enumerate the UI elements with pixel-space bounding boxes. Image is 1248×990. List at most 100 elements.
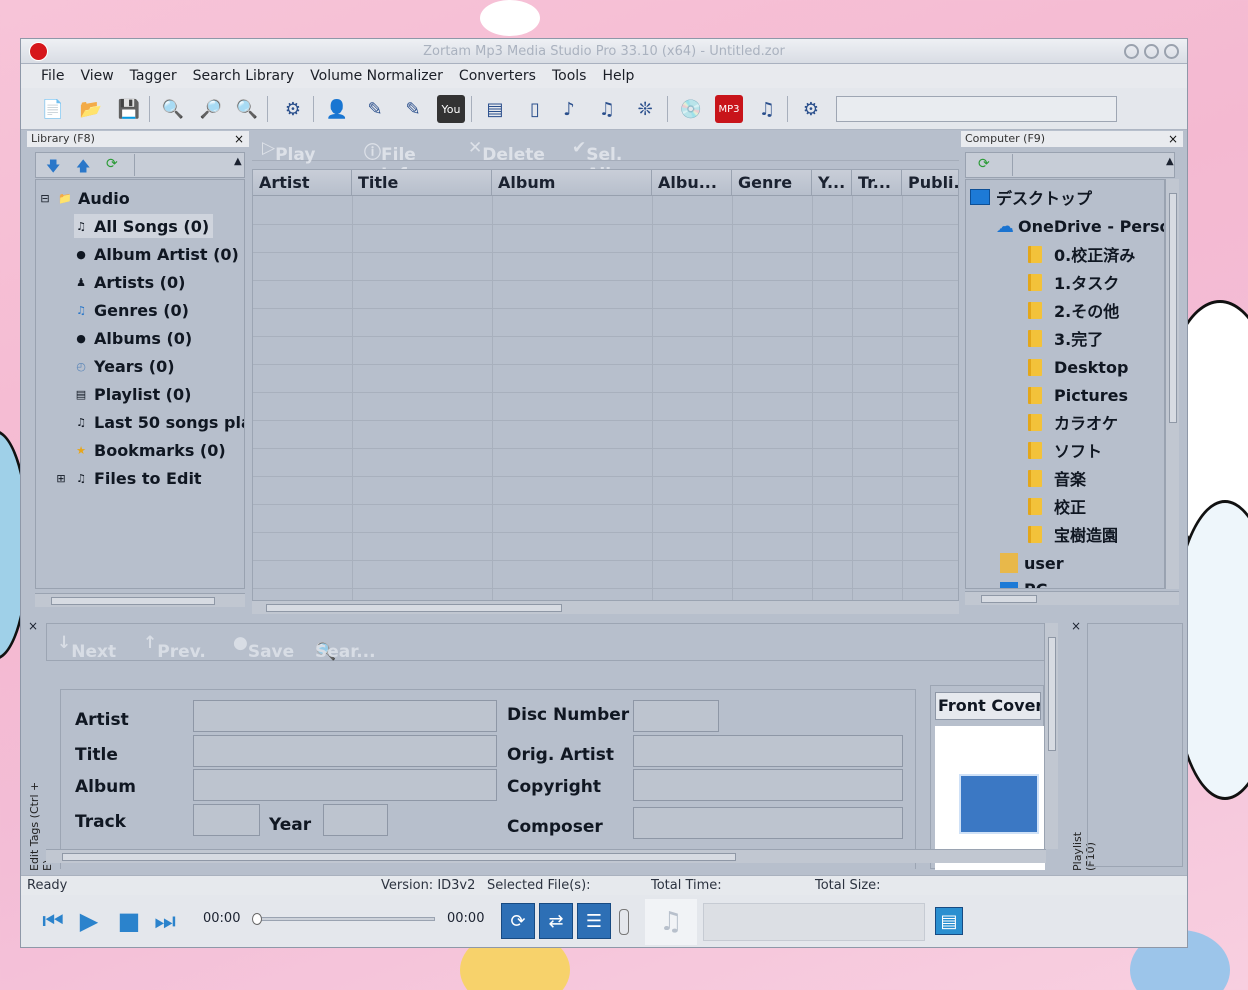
tree-item-folder[interactable]: 0.校正済み — [1028, 241, 1135, 267]
column-header-track[interactable]: Tr... — [852, 170, 902, 196]
toolbar-search-input[interactable] — [836, 96, 1117, 122]
tree-item-desktop[interactable]: デスクトップ — [970, 184, 1092, 210]
column-header-album-artist[interactable]: Albu... — [652, 170, 732, 196]
tree-item-pc[interactable]: PC — [1000, 576, 1047, 588]
tree-item-artists[interactable]: ♟ Artists (0) — [74, 270, 185, 294]
stop-button[interactable]: ■ — [113, 905, 145, 937]
document-icon[interactable]: ▤ — [481, 95, 509, 123]
file-info-button[interactable]: ⓘ File Info — [364, 138, 419, 185]
library-hscroll[interactable] — [35, 593, 245, 607]
menu-file[interactable]: File — [41, 68, 64, 84]
tree-item-folder[interactable]: Desktop — [1028, 354, 1128, 380]
tree-item-all-songs[interactable]: ♫ All Songs (0) — [74, 214, 214, 238]
mini-player-icon[interactable]: ▤ — [935, 907, 963, 935]
tree-item-years[interactable]: ◴ Years (0) — [74, 354, 174, 378]
column-header-year[interactable]: Y... — [812, 170, 852, 196]
copyright-field[interactable] — [633, 769, 903, 801]
spin-icon[interactable]: ▲ — [234, 156, 242, 167]
close-icon[interactable]: × — [234, 131, 244, 147]
tree-item-folder[interactable]: 2.その他 — [1028, 297, 1119, 323]
collapse-icon[interactable]: ⊟ — [38, 192, 52, 205]
arrow-up-icon[interactable]: 🡅 — [76, 156, 90, 180]
find-icon[interactable]: 🔎 — [197, 95, 225, 123]
tree-item-folder[interactable]: 宝樹造園 — [1028, 521, 1118, 547]
youtube-icon[interactable]: You — [437, 95, 465, 123]
column-header-genre[interactable]: Genre — [732, 170, 812, 196]
seek-slider[interactable] — [252, 913, 435, 925]
volume-slider[interactable] — [619, 909, 629, 935]
file-list-grid[interactable]: Artist Title Album Albu... Genre Y... Tr… — [252, 169, 959, 605]
disc-number-field[interactable] — [633, 700, 719, 732]
prev-button[interactable]: ↑ Prev. — [143, 633, 206, 662]
seek-thumb[interactable] — [252, 913, 262, 925]
edit-icon[interactable]: ✎ — [361, 95, 389, 123]
save-button[interactable]: ● Save — [233, 633, 294, 662]
album-field[interactable] — [193, 769, 497, 801]
music-file-icon[interactable]: ♫ — [593, 95, 621, 123]
play-pause-button[interactable]: ▶ — [73, 905, 105, 937]
edit-tags-hscroll[interactable] — [46, 849, 1046, 863]
expand-icon[interactable]: ⊞ — [54, 472, 68, 485]
repeat-icon[interactable]: ⟳ — [501, 903, 535, 939]
front-cover-label[interactable]: Front Cover — [935, 692, 1041, 720]
zoom-icon[interactable]: 🔍 — [233, 95, 261, 123]
tree-item-album-artist[interactable]: ● Album Artist (0) — [74, 242, 239, 266]
tree-item-folder[interactable]: Pictures — [1028, 382, 1128, 408]
menu-tagger[interactable]: Tagger — [130, 68, 177, 84]
convert-icon[interactable]: ♪ — [555, 95, 583, 123]
computer-filter-input[interactable] — [1012, 154, 1162, 176]
shuffle-icon[interactable]: ⇄ — [539, 903, 573, 939]
tree-item-folder[interactable]: カラオケ — [1028, 409, 1118, 435]
tree-item-onedrive[interactable]: ☁ OneDrive - Perso — [996, 213, 1164, 239]
rename-icon[interactable]: ✎ — [399, 95, 427, 123]
title-bar[interactable]: Zortam Mp3 Media Studio Pro 33.10 (x64) … — [21, 39, 1187, 64]
maximize-button[interactable] — [1144, 44, 1159, 59]
tree-item-last-50[interactable]: ♫ Last 50 songs play — [74, 410, 244, 434]
tree-item-audio[interactable]: ⊟ 📁 Audio — [38, 186, 129, 210]
select-all-button[interactable]: ✔ Sel. All — [572, 138, 622, 185]
title-field[interactable] — [193, 735, 497, 767]
tree-item-folder[interactable]: 音楽 — [1028, 465, 1086, 491]
artist-photo-icon[interactable]: 👤 — [323, 95, 351, 123]
scroll-thumb[interactable] — [981, 595, 1037, 603]
track-field[interactable] — [193, 804, 260, 836]
menu-converters[interactable]: Converters — [459, 68, 536, 84]
battery-icon[interactable]: ▯ — [521, 95, 549, 123]
playlist-toggle-icon[interactable]: ☰ — [577, 903, 611, 939]
column-header-artist[interactable]: Artist — [253, 170, 352, 196]
next-button[interactable]: ↓ Next — [57, 633, 116, 662]
delete-button[interactable]: ✕ Delete — [468, 138, 545, 165]
settings-icon[interactable]: ⚙ — [797, 95, 825, 123]
scroll-thumb[interactable] — [266, 604, 562, 612]
cd-rip-icon[interactable]: 💿 — [677, 95, 705, 123]
tree-item-folder[interactable]: 1.タスク — [1028, 269, 1119, 295]
tree-item-genres[interactable]: ♫ Genres (0) — [74, 298, 189, 322]
tree-item-folder[interactable]: ソフト — [1028, 437, 1102, 463]
close-icon[interactable]: × — [1168, 131, 1178, 147]
refresh-icon[interactable]: ⟳ — [106, 156, 118, 172]
tree-item-albums[interactable]: ● Albums (0) — [74, 326, 192, 350]
tree-item-user[interactable]: user — [1000, 550, 1064, 576]
column-header-album[interactable]: Album — [492, 170, 652, 196]
composer-field[interactable] — [633, 807, 903, 839]
computer-hscroll[interactable] — [965, 591, 1179, 605]
youtube-mp3-icon[interactable]: MP3 — [715, 95, 743, 123]
close-button[interactable] — [1164, 44, 1179, 59]
file-list-hscroll[interactable] — [252, 600, 959, 614]
new-file-icon[interactable]: 📄 — [39, 95, 67, 123]
edit-tags-vscroll[interactable] — [1044, 623, 1058, 849]
menu-search-library[interactable]: Search Library — [193, 68, 295, 84]
orig-artist-field[interactable] — [633, 735, 903, 767]
arrow-down-icon[interactable]: 🡇 — [46, 156, 60, 180]
minimize-button[interactable] — [1124, 44, 1139, 59]
tagger-icon[interactable]: ⚙ — [279, 95, 307, 123]
spin-icon[interactable]: ▲ — [1166, 156, 1174, 167]
search-library-icon[interactable]: 🔍 — [159, 95, 187, 123]
column-header-publisher[interactable]: Publi... — [902, 170, 958, 196]
scroll-thumb[interactable] — [1048, 637, 1056, 751]
close-icon[interactable]: × — [1071, 619, 1081, 633]
music-download-icon[interactable]: ♫ — [753, 95, 781, 123]
save-icon[interactable]: 💾 — [115, 95, 143, 123]
open-folder-icon[interactable]: 📂 — [77, 95, 105, 123]
tree-item-folder[interactable]: 校正 — [1028, 493, 1086, 519]
